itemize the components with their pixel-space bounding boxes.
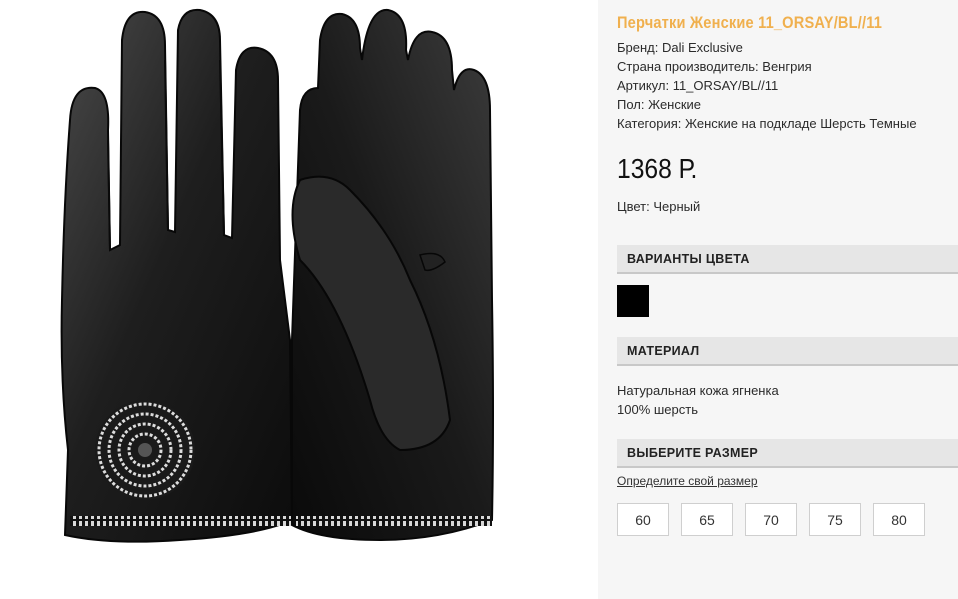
color-swatch-black[interactable]: [617, 285, 649, 317]
material-line-2: 100% шерсть: [617, 402, 698, 417]
spec-category: Категория: Женские на подкладе Шерсть Те…: [617, 116, 917, 131]
glove-image: [60, 8, 494, 543]
right-glove: [291, 8, 494, 542]
size-button-80[interactable]: 80: [873, 503, 925, 536]
product-image[interactable]: [0, 0, 598, 599]
spec-article: Артикул: 11_ORSAY/BL//11: [617, 78, 779, 93]
spec-gender: Пол: Женские: [617, 97, 702, 112]
material-title: МАТЕРИАЛ: [627, 344, 700, 358]
size-button-70[interactable]: 70: [745, 503, 797, 536]
size-button-75[interactable]: 75: [809, 503, 861, 536]
product-info-panel: Перчатки Женские 11_ORSAY/BL//11 Бренд: …: [598, 0, 958, 599]
product-color: Цвет: Черный: [617, 199, 701, 214]
size-button-65[interactable]: 65: [681, 503, 733, 536]
color-variants-header: ВАРИАНТЫ ЦВЕТА: [617, 245, 958, 274]
spec-country: Страна производитель: Венгрия: [617, 59, 812, 74]
material-line-1: Натуральная кожа ягненка: [617, 383, 779, 398]
spec-brand: Бренд: Dali Exclusive: [617, 40, 743, 55]
size-title: ВЫБЕРИТЕ РАЗМЕР: [627, 446, 759, 460]
size-button-60[interactable]: 60: [617, 503, 669, 536]
size-guide-link[interactable]: Определите свой размер: [617, 474, 758, 488]
product-price: 1368 Р.: [617, 153, 698, 184]
left-glove: [60, 8, 294, 543]
size-header: ВЫБЕРИТЕ РАЗМЕР: [617, 439, 958, 468]
material-header: МАТЕРИАЛ: [617, 337, 958, 366]
color-variants-title: ВАРИАНТЫ ЦВЕТА: [627, 252, 750, 266]
product-title: Перчатки Женские 11_ORSAY/BL//11: [617, 13, 883, 32]
